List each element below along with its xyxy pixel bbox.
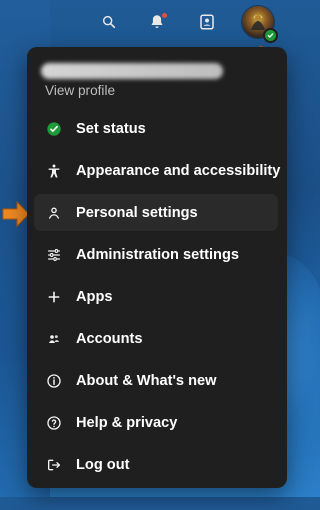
menu-item-label: About & What's new bbox=[76, 372, 217, 389]
search-icon bbox=[102, 15, 116, 29]
search-button[interactable] bbox=[97, 10, 121, 34]
menu-item-administration-settings[interactable]: Administration settings bbox=[34, 236, 278, 273]
menu-item-label: Accounts bbox=[76, 330, 143, 347]
status-badge bbox=[263, 28, 278, 43]
help-icon bbox=[46, 415, 62, 431]
menu-item-label: Log out bbox=[76, 456, 130, 473]
menu-item-accounts[interactable]: Accounts bbox=[34, 320, 278, 357]
menu-item-label: Apps bbox=[76, 288, 113, 305]
menu-item-log-out[interactable]: Log out bbox=[34, 446, 278, 483]
person-icon bbox=[46, 205, 62, 221]
notifications-button[interactable] bbox=[145, 10, 169, 34]
contacts-button[interactable] bbox=[195, 10, 219, 34]
profile-menu: View profile Set status Appearance and a… bbox=[27, 47, 287, 488]
notification-dot bbox=[162, 13, 167, 18]
menu-item-label: Appearance and accessibility bbox=[76, 162, 281, 179]
menu-item-set-status[interactable]: Set status bbox=[34, 110, 278, 147]
logout-icon bbox=[46, 457, 62, 473]
blurred-account-name bbox=[41, 63, 223, 79]
menu-item-apps[interactable]: Apps bbox=[34, 278, 278, 315]
menu-item-label: Personal settings bbox=[76, 204, 198, 221]
people-icon bbox=[46, 331, 62, 347]
accessibility-icon bbox=[46, 163, 62, 179]
contact-card-icon bbox=[200, 14, 214, 30]
plus-icon bbox=[46, 289, 62, 305]
menu-item-label: Help & privacy bbox=[76, 414, 178, 431]
view-profile-link[interactable]: View profile bbox=[45, 83, 115, 98]
menu-item-label: Set status bbox=[76, 120, 146, 137]
menu-item-personal-settings[interactable]: Personal settings bbox=[34, 194, 278, 231]
check-circle-icon bbox=[46, 121, 62, 137]
info-icon bbox=[46, 373, 62, 389]
check-icon bbox=[267, 33, 274, 38]
menu-item-about[interactable]: About & What's new bbox=[34, 362, 278, 399]
menu-item-help-privacy[interactable]: Help & privacy bbox=[34, 404, 278, 441]
menu-item-appearance[interactable]: Appearance and accessibility bbox=[34, 152, 281, 189]
menu-item-label: Administration settings bbox=[76, 246, 239, 263]
sliders-icon bbox=[46, 247, 62, 263]
